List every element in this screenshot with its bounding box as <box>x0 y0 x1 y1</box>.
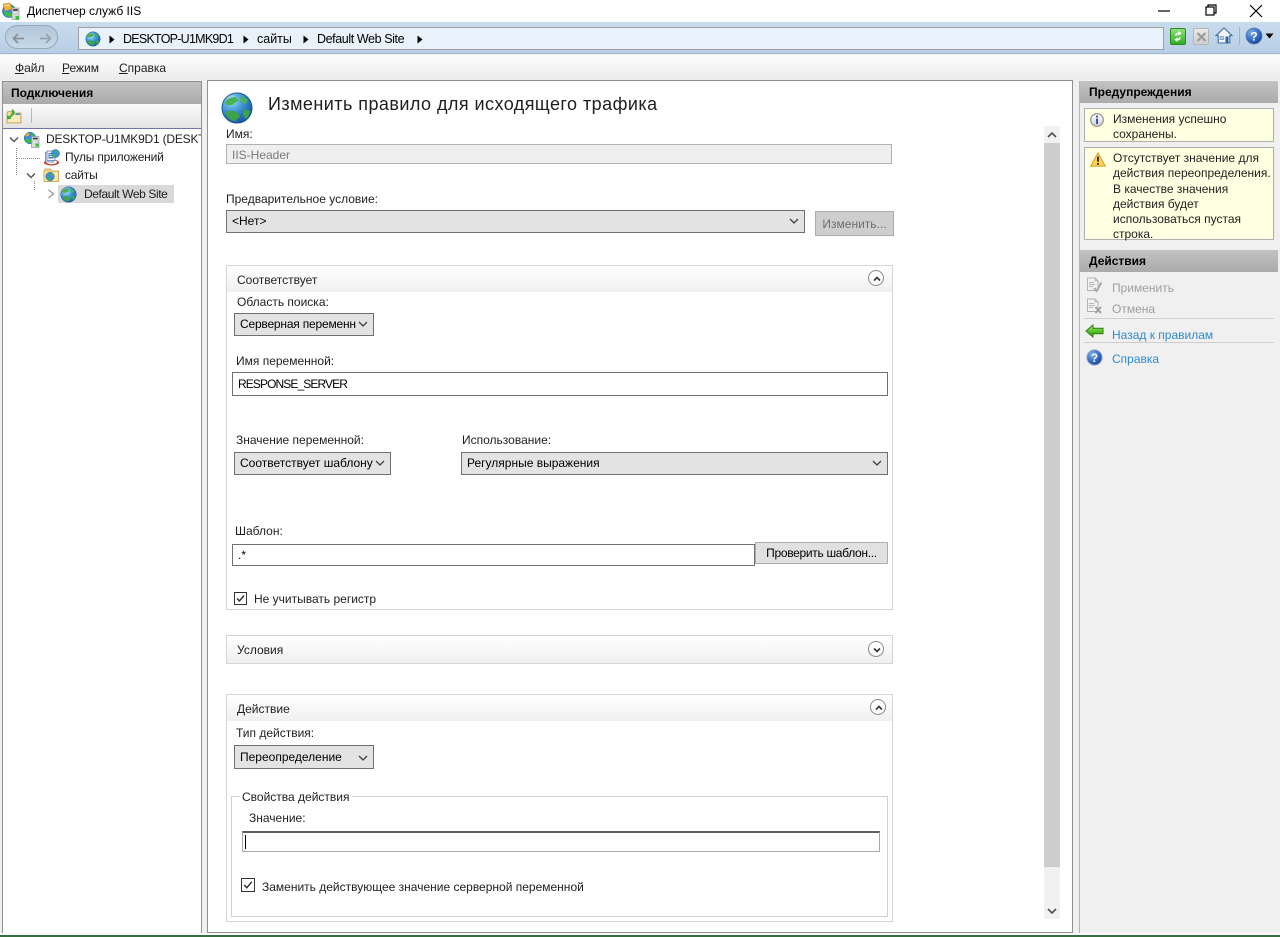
svg-text:?: ? <box>1091 353 1098 365</box>
svg-text:?: ? <box>1250 29 1257 43</box>
